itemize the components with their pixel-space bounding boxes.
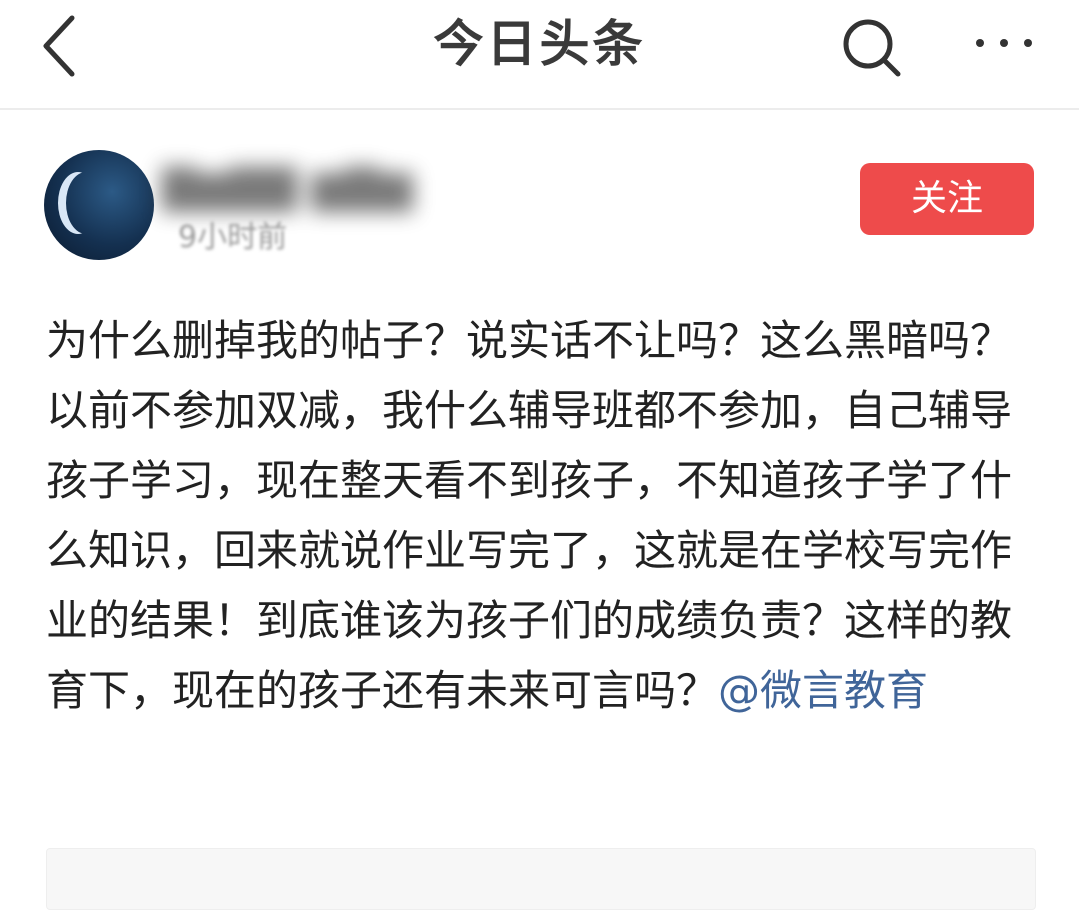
post-body: 为什么删掉我的帖子？说实话不让吗？这么黑暗吗？以前不参加双减，我什么辅导班都不参…: [46, 306, 1038, 726]
author-name[interactable]: ▇▆▇▇ ▆▇▆: [162, 152, 413, 222]
search-icon: [843, 19, 901, 77]
author-header: ▇▆▇▇ ▆▇▆ 9小时前 关注: [0, 130, 1079, 270]
mention-link[interactable]: @微言教育: [718, 666, 928, 715]
follow-button[interactable]: 关注: [860, 163, 1034, 235]
top-navigation-bar: 今日头条: [0, 0, 1079, 110]
more-dots-icon: [976, 39, 1032, 47]
more-options-button[interactable]: [964, 10, 1044, 80]
moon-icon: [66, 172, 106, 234]
post-timestamp: 9小时前: [178, 220, 288, 255]
search-button[interactable]: [834, 10, 910, 86]
avatar[interactable]: [44, 150, 154, 260]
page-title: 今日头条: [433, 15, 646, 73]
post-text: 为什么删掉我的帖子？说实话不让吗？这么黑暗吗？以前不参加双减，我什么辅导班都不参…: [46, 316, 1013, 715]
embedded-content-card[interactable]: [46, 848, 1036, 910]
